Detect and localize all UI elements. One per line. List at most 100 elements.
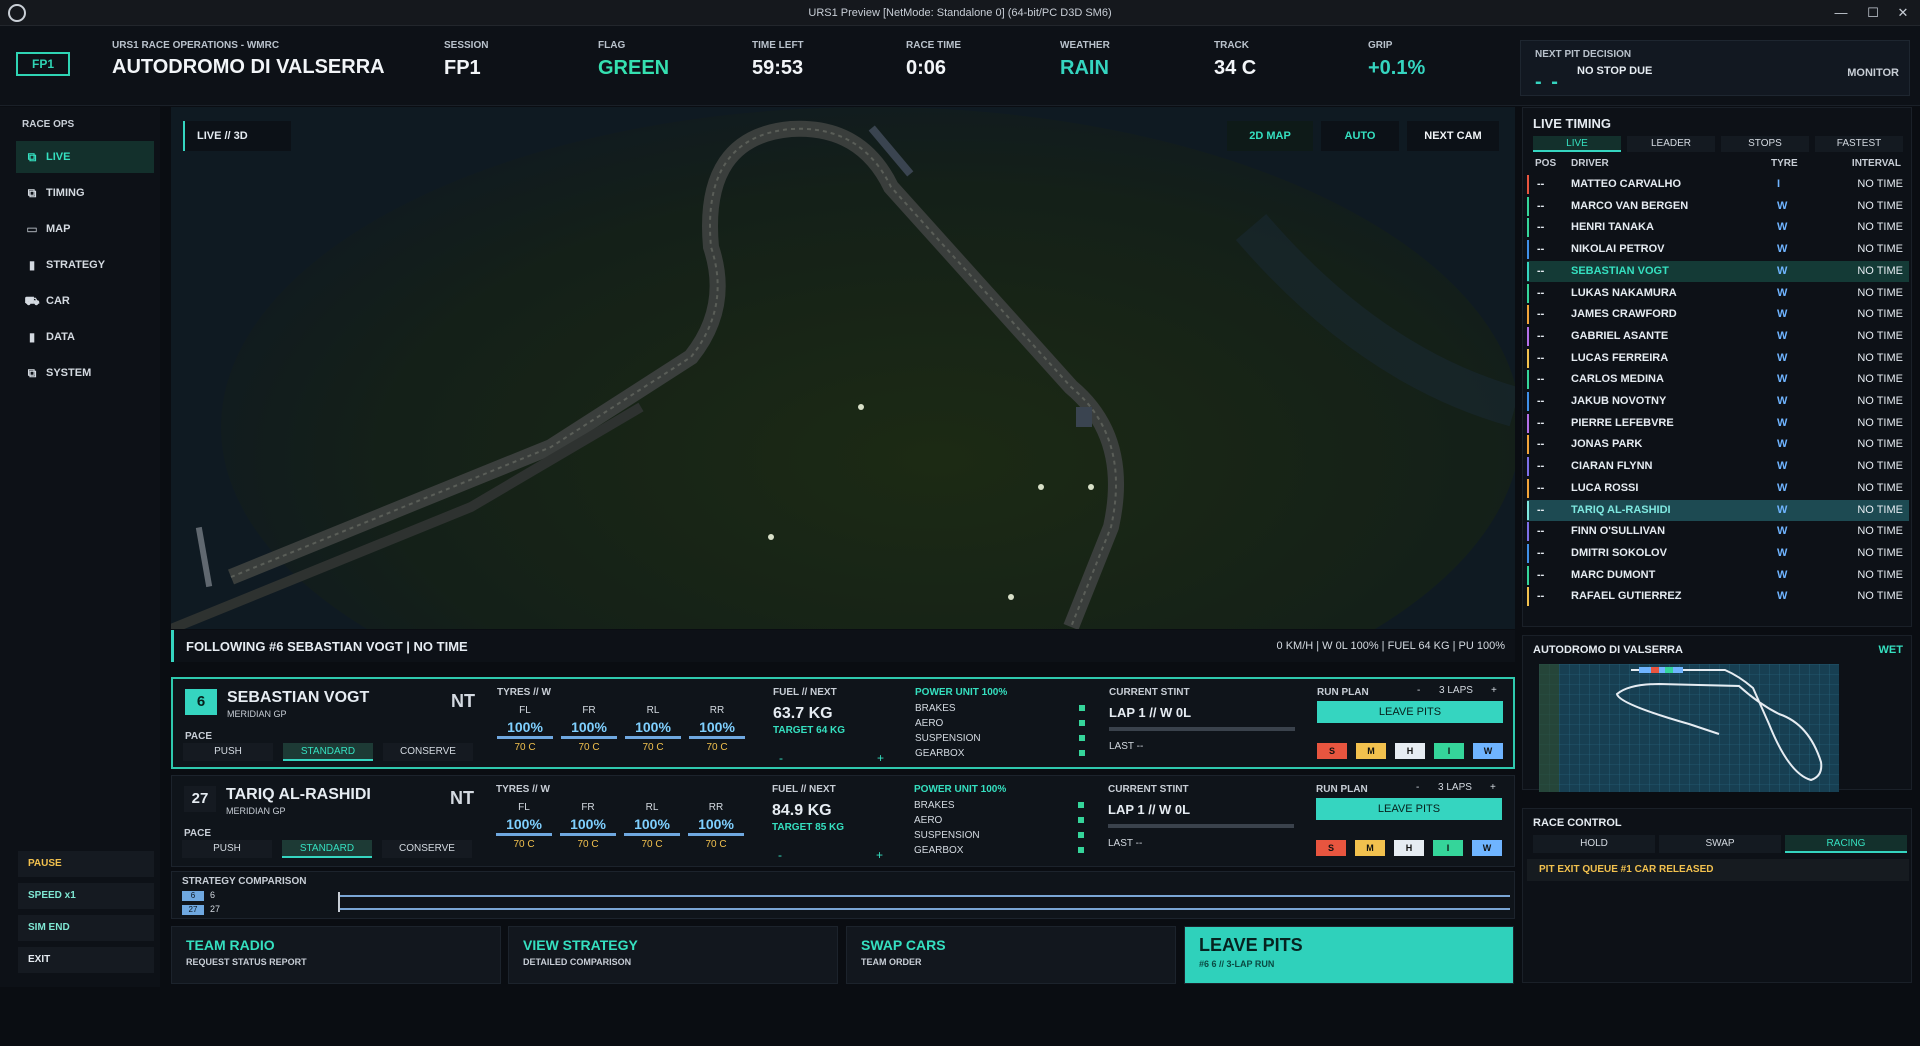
tyre-temp: 70 C: [513, 839, 535, 850]
monitor-button[interactable]: MONITOR: [1847, 67, 1899, 79]
timing-row[interactable]: -- LUKAS NAKAMURA W NO TIME: [1527, 283, 1909, 304]
timing-row[interactable]: -- PIERRE LEFEBVRE W NO TIME: [1527, 413, 1909, 434]
compound-wet-button[interactable]: W: [1473, 743, 1503, 759]
tab-live[interactable]: LIVE: [1533, 136, 1621, 152]
timing-row[interactable]: -- MARCO VAN BERGEN W NO TIME: [1527, 196, 1909, 217]
timing-row[interactable]: -- MARC DUMONT W NO TIME: [1527, 565, 1909, 586]
tyre-bar: [561, 736, 617, 739]
laps-decrease-button[interactable]: -: [1416, 782, 1419, 793]
stat-label: GRIP: [1368, 40, 1393, 51]
fuel-decrease-button[interactable]: -: [779, 751, 783, 765]
compound-inter-button[interactable]: I: [1434, 743, 1464, 759]
compound-soft-button[interactable]: S: [1317, 743, 1347, 759]
pause-button[interactable]: PAUSE: [18, 851, 154, 877]
compound-hard-button[interactable]: H: [1394, 840, 1424, 856]
timing-row[interactable]: -- RAFAEL GUTIERREZ W NO TIME: [1527, 586, 1909, 607]
compound-soft-button[interactable]: S: [1316, 840, 1346, 856]
pace-conserve-button[interactable]: CONSERVE: [383, 743, 473, 761]
nav-item-car[interactable]: ⛟ CAR: [16, 285, 154, 317]
close-button[interactable]: ✕: [1886, 3, 1920, 23]
tab-fastest[interactable]: FASTEST: [1815, 136, 1903, 152]
timing-row[interactable]: -- SEBASTIAN VOGT W NO TIME: [1527, 260, 1909, 282]
swap-cars-button[interactable]: SWAP CARS TEAM ORDER: [846, 926, 1176, 984]
timing-row[interactable]: -- CIARAN FLYNN W NO TIME: [1527, 456, 1909, 477]
speed-button[interactable]: SPEED x1: [18, 883, 154, 909]
track-minimap-panel[interactable]: AUTODROMO DI VALSERRA WET: [1522, 635, 1912, 792]
timing-row[interactable]: -- NIKOLAI PETROV W NO TIME: [1527, 239, 1909, 260]
stat-value: FP1: [444, 57, 481, 79]
next-cam-button[interactable]: NEXT CAM: [1407, 121, 1499, 151]
tyre-bar: [625, 736, 681, 739]
compound-wet-button[interactable]: W: [1472, 840, 1502, 856]
timing-row[interactable]: -- JAMES CRAWFORD W NO TIME: [1527, 304, 1909, 325]
timing-row[interactable]: -- GABRIEL ASANTE W NO TIME: [1527, 326, 1909, 347]
timing-row[interactable]: -- DMITRI SOKOLOV W NO TIME: [1527, 543, 1909, 564]
nav-item-live[interactable]: ⧉ LIVE: [16, 141, 154, 173]
tyre-fl: FL 100% 70 C: [496, 802, 552, 850]
tab-leader[interactable]: LEADER: [1627, 136, 1715, 152]
timing-driver: HENRI TANAKA: [1571, 221, 1654, 234]
nav-item-map[interactable]: ▭ MAP: [16, 213, 154, 245]
3d-viewport[interactable]: LIVE // 3D 2D MAP AUTO NEXT CAM: [171, 107, 1515, 629]
leave-pits-button[interactable]: LEAVE PITS: [1316, 798, 1502, 820]
timing-row[interactable]: -- LUCA ROSSI W NO TIME: [1527, 478, 1909, 499]
fuel-label: FUEL // NEXT: [773, 687, 837, 698]
hold-button[interactable]: HOLD: [1533, 835, 1655, 853]
pace-push-button[interactable]: PUSH: [182, 840, 272, 858]
tab-stops[interactable]: STOPS: [1721, 136, 1809, 152]
compound-medium-button[interactable]: M: [1355, 840, 1385, 856]
timing-row[interactable]: -- JONAS PARK W NO TIME: [1527, 434, 1909, 455]
2d-map-button[interactable]: 2D MAP: [1227, 121, 1313, 151]
pace-push-button[interactable]: PUSH: [183, 743, 273, 761]
fuel-increase-button[interactable]: +: [877, 751, 884, 765]
system-icon: ⧉: [27, 366, 37, 380]
auto-camera-button[interactable]: AUTO: [1321, 121, 1399, 151]
timing-tyre: W: [1777, 568, 1788, 581]
timing-row[interactable]: -- TARIQ AL-RASHIDI W NO TIME: [1527, 499, 1909, 521]
compound-hard-button[interactable]: H: [1395, 743, 1425, 759]
nav-item-system[interactable]: ⧉ SYSTEM: [16, 357, 154, 389]
pace-conserve-button[interactable]: CONSERVE: [382, 840, 472, 858]
fuel-increase-button[interactable]: +: [876, 848, 883, 862]
exit-button[interactable]: EXIT: [18, 947, 154, 973]
following-telemetry: 0 KM/H | W 0L 100% | FUEL 64 KG | PU 100…: [1276, 640, 1505, 652]
compound-inter-button[interactable]: I: [1433, 840, 1463, 856]
laps-increase-button[interactable]: +: [1491, 685, 1497, 696]
nav-label: CAR: [46, 295, 70, 307]
compound-medium-button[interactable]: M: [1356, 743, 1386, 759]
timing-row[interactable]: -- MATTEO CARVALHO I NO TIME: [1527, 174, 1909, 195]
strategy-comparison[interactable]: STRATEGY COMPARISON 66 27 27: [171, 871, 1515, 919]
pace-standard-button[interactable]: STANDARD: [282, 840, 372, 858]
view-strategy-button[interactable]: VIEW STRATEGY DETAILED COMPARISON: [508, 926, 838, 984]
timing-row[interactable]: -- HENRI TANAKA W NO TIME: [1527, 217, 1909, 238]
racing-button[interactable]: RACING: [1785, 835, 1907, 853]
car-chip: 6: [182, 891, 204, 901]
nav-item-timing[interactable]: ⧉ TIMING: [16, 177, 154, 209]
leave-pits-main-button[interactable]: LEAVE PITS #6 6 // 3-LAP RUN: [1184, 926, 1514, 984]
tyre-temp: 70 C: [577, 839, 599, 850]
pace-standard-button[interactable]: STANDARD: [283, 743, 373, 761]
car-card-27[interactable]: 27 TARIQ AL-RASHIDI MERIDIAN GP NT PACE …: [171, 775, 1515, 867]
timing-row[interactable]: -- CARLOS MEDINA W NO TIME: [1527, 369, 1909, 390]
timing-row[interactable]: -- JAKUB NOVOTNY W NO TIME: [1527, 391, 1909, 412]
fuel-decrease-button[interactable]: -: [778, 848, 782, 862]
minimize-button[interactable]: —: [1824, 3, 1858, 23]
stat-flag: FLAG GREEN: [598, 40, 669, 80]
timing-tyre: W: [1777, 590, 1788, 603]
laps-increase-button[interactable]: +: [1490, 782, 1496, 793]
sim-end-button[interactable]: SIM END: [18, 915, 154, 941]
strategy-row-label: 6: [210, 890, 216, 900]
timing-row[interactable]: -- LUCAS FERREIRA W NO TIME: [1527, 348, 1909, 369]
timing-driver: SEBASTIAN VOGT: [1571, 264, 1669, 277]
nav-item-data[interactable]: ▮ DATA: [16, 321, 154, 353]
laps-decrease-button[interactable]: -: [1417, 685, 1420, 696]
team-radio-button[interactable]: TEAM RADIO REQUEST STATUS REPORT: [171, 926, 501, 984]
maximize-button[interactable]: ☐: [1856, 3, 1890, 23]
swap-button[interactable]: SWAP: [1659, 835, 1781, 853]
timing-row[interactable]: -- FINN O'SULLIVAN W NO TIME: [1527, 521, 1909, 542]
driver-name: TARIQ AL-RASHIDI: [226, 786, 371, 803]
pace-label: PACE: [185, 731, 213, 742]
car-card-6[interactable]: 6 SEBASTIAN VOGT MERIDIAN GP NT PACE PUS…: [171, 677, 1515, 769]
nav-item-strategy[interactable]: ▮ STRATEGY: [16, 249, 154, 281]
leave-pits-button[interactable]: LEAVE PITS: [1317, 701, 1503, 723]
